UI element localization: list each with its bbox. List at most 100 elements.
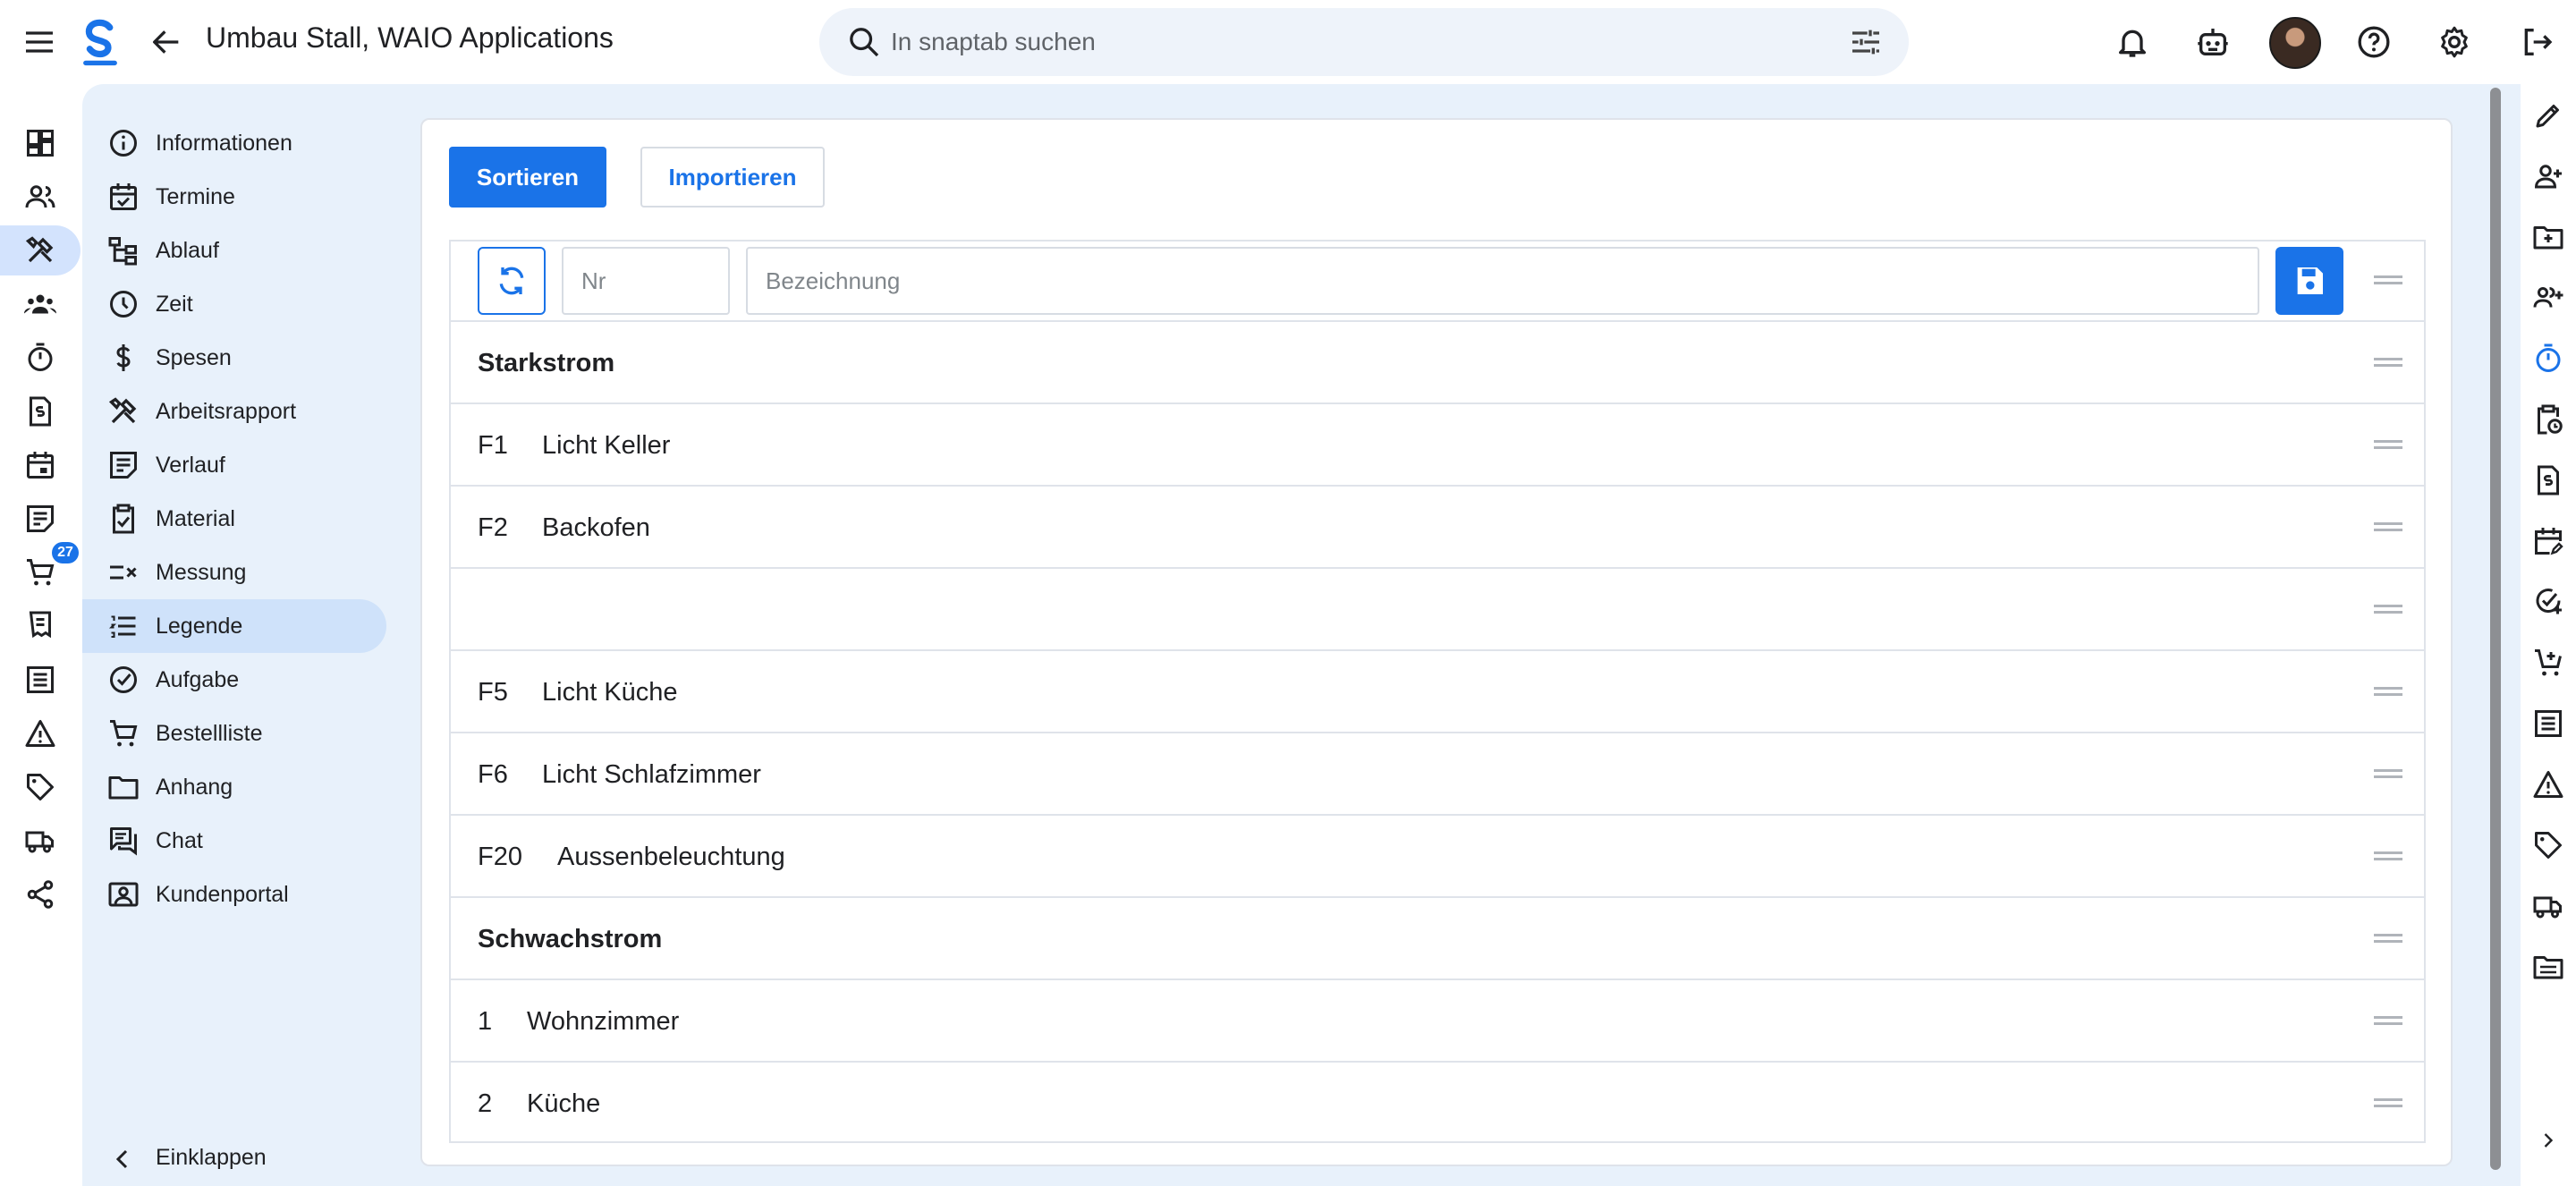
clipboard-check-icon xyxy=(113,504,134,534)
timer-blue-icon[interactable] xyxy=(2529,340,2567,377)
subnav-item-informationen[interactable]: Informationen xyxy=(82,116,386,170)
drag-handle-icon[interactable] xyxy=(2374,522,2402,533)
subnav-item-termine[interactable]: Termine xyxy=(82,170,386,224)
drag-handle-icon[interactable] xyxy=(2374,934,2402,945)
drag-handle-icon[interactable] xyxy=(2374,275,2402,286)
table-row[interactable]: F5 Licht Küche xyxy=(451,651,2424,733)
share-icon[interactable] xyxy=(13,869,68,919)
drag-handle-icon[interactable] xyxy=(2374,687,2402,698)
subnav-item-aufgabe[interactable]: Aufgabe xyxy=(82,653,386,707)
refresh-button[interactable] xyxy=(478,247,546,315)
row-label: Starkstrom xyxy=(478,349,615,377)
warning-icon[interactable] xyxy=(2529,766,2567,803)
subnav-item-zeit[interactable]: Zeit xyxy=(82,277,386,331)
add-person-icon[interactable] xyxy=(2529,157,2567,195)
avatar[interactable] xyxy=(2269,17,2321,69)
nr-input[interactable] xyxy=(562,247,730,315)
drag-handle-icon[interactable] xyxy=(2374,440,2402,451)
left-rail: 27 xyxy=(0,84,82,1186)
cart-icon[interactable]: 27 xyxy=(13,542,79,597)
drag-handle-icon[interactable] xyxy=(2374,1016,2402,1027)
clipboard-clock-icon[interactable] xyxy=(2529,401,2567,438)
refresh-icon xyxy=(499,267,524,295)
subnav-item-legende[interactable]: Legende xyxy=(82,599,386,653)
collapse-button[interactable]: Einklappen xyxy=(82,1132,386,1186)
projects-tools-icon[interactable] xyxy=(0,225,80,275)
import-button[interactable]: Importieren xyxy=(640,147,825,208)
contacts-icon[interactable] xyxy=(13,172,68,222)
snaptab-logo[interactable] xyxy=(80,18,120,66)
back-arrow-icon[interactable] xyxy=(145,21,188,64)
subnav-item-spesen[interactable]: Spesen xyxy=(82,331,386,385)
filter-tune-icon[interactable] xyxy=(1848,24,1884,60)
chevron-right-icon[interactable] xyxy=(2529,1122,2567,1159)
notes-icon[interactable] xyxy=(13,494,68,544)
team-icon[interactable] xyxy=(13,279,68,329)
clock-icon xyxy=(110,291,137,318)
list-doc-icon[interactable] xyxy=(2529,705,2567,742)
add-group-icon[interactable] xyxy=(2529,279,2567,317)
invoice-icon[interactable] xyxy=(2529,462,2567,499)
subnav-item-chat[interactable]: Chat xyxy=(82,814,386,868)
bell-icon[interactable] xyxy=(2111,21,2154,64)
drag-handle-icon[interactable] xyxy=(2374,358,2402,369)
subnav-item-arbeitsrapport[interactable]: Arbeitsrapport xyxy=(82,385,386,438)
subnav-label: Ablauf xyxy=(156,237,219,263)
row-label: Backofen xyxy=(542,513,650,542)
tag-icon[interactable] xyxy=(2529,826,2567,864)
edit-pencil-icon[interactable] xyxy=(2529,97,2567,134)
folder-open-icon[interactable] xyxy=(2529,948,2567,986)
portal-icon xyxy=(108,882,139,907)
table-row[interactable]: F20 Aussenbeleuchtung xyxy=(451,816,2424,898)
table-row[interactable]: Schwachstrom xyxy=(451,898,2424,980)
invoice-icon[interactable] xyxy=(13,386,68,436)
timer-icon[interactable] xyxy=(13,333,68,383)
table-row[interactable]: Starkstrom xyxy=(451,322,2424,404)
add-folder-icon[interactable] xyxy=(2529,218,2567,256)
subnav-label: Spesen xyxy=(156,344,232,370)
subnav-item-verlauf[interactable]: Verlauf xyxy=(82,438,386,492)
subnav-item-kundenportal[interactable]: Kundenportal xyxy=(82,868,386,921)
table-row[interactable]: F2 Backofen xyxy=(451,487,2424,569)
subnav-item-messung[interactable]: Messung xyxy=(82,546,386,599)
warning-icon[interactable] xyxy=(13,708,68,758)
drag-handle-icon[interactable] xyxy=(2374,605,2402,615)
search-bar[interactable] xyxy=(819,8,1909,76)
help-icon[interactable] xyxy=(2352,21,2395,64)
row-nr: F20 xyxy=(478,843,522,871)
gear-icon[interactable] xyxy=(2433,21,2476,64)
sort-button[interactable]: Sortieren xyxy=(449,147,606,208)
subnav-item-bestellliste[interactable]: Bestellliste xyxy=(82,707,386,760)
row-nr: 2 xyxy=(478,1089,493,1118)
receipt-icon[interactable] xyxy=(13,601,68,651)
table-row[interactable]: 2 Küche xyxy=(451,1063,2424,1145)
bezeichnung-input[interactable] xyxy=(746,247,2259,315)
new-entry-row xyxy=(451,241,2424,322)
logout-icon[interactable] xyxy=(2515,21,2558,64)
table-row[interactable]: F6 Licht Schlafzimmer xyxy=(451,733,2424,816)
subnav-item-ablauf[interactable]: Ablauf xyxy=(82,224,386,277)
truck-icon[interactable] xyxy=(13,816,68,866)
list-doc-icon[interactable] xyxy=(13,655,68,705)
save-button[interactable] xyxy=(2275,247,2343,315)
truck-icon[interactable] xyxy=(2529,887,2567,925)
dashboard-icon[interactable] xyxy=(13,118,68,168)
subnav-item-material[interactable]: Material xyxy=(82,492,386,546)
task-add-icon[interactable] xyxy=(2529,583,2567,621)
table-row[interactable]: 1 Wohnzimmer xyxy=(451,980,2424,1063)
table-row[interactable] xyxy=(451,569,2424,651)
drag-handle-icon[interactable] xyxy=(2374,851,2402,862)
search-input[interactable] xyxy=(891,21,1785,64)
scrollbar-thumb[interactable] xyxy=(2490,88,2501,1170)
robot-icon[interactable] xyxy=(2191,21,2234,64)
cart-add-icon[interactable] xyxy=(2529,644,2567,682)
calendar-edit-icon[interactable] xyxy=(2529,522,2567,560)
menu-icon[interactable] xyxy=(18,21,61,64)
drag-handle-icon[interactable] xyxy=(2374,769,2402,780)
tag-icon[interactable] xyxy=(13,762,68,812)
subnav-item-anhang[interactable]: Anhang xyxy=(82,760,386,814)
drag-handle-icon[interactable] xyxy=(2374,1098,2402,1109)
table-row[interactable]: F1 Licht Keller xyxy=(451,404,2424,487)
subnav-label: Messung xyxy=(156,559,247,585)
calendar-icon[interactable] xyxy=(13,440,68,490)
